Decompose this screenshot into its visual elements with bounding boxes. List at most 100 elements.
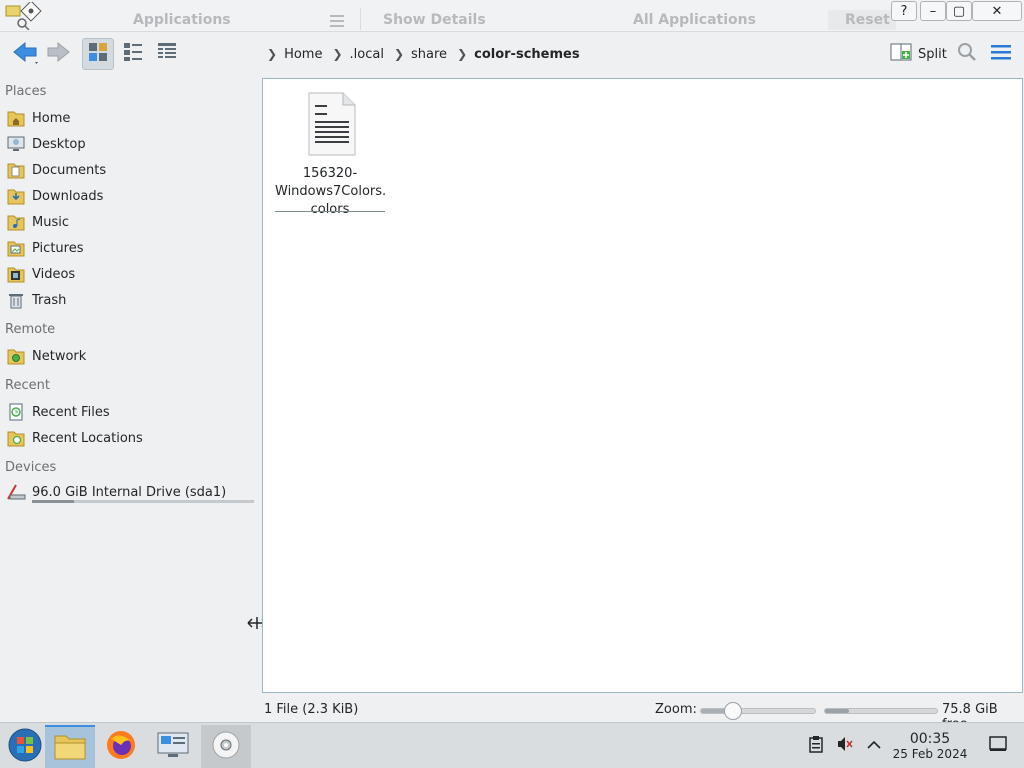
breadcrumb-home[interactable]: Home (284, 47, 322, 62)
tray-expand-button[interactable] (864, 723, 884, 768)
help-button[interactable]: ? (891, 1, 917, 21)
main-menu-button[interactable] (988, 38, 1014, 70)
forward-button[interactable] (44, 38, 74, 70)
search-button[interactable] (954, 38, 980, 70)
icons-view-icon (88, 42, 108, 66)
sidebar-item-desktop[interactable]: Desktop (5, 132, 253, 156)
taskbar-file-manager[interactable] (45, 725, 95, 768)
sidebar-item-label: Recent Files (32, 404, 110, 420)
status-bar: 1 File (2.3 KiB) Zoom: 75.8 GiB free (0, 696, 1024, 732)
chevron-up-icon (867, 739, 881, 754)
sidebar-item-music[interactable]: Music (5, 210, 253, 234)
split-label: Split (918, 46, 947, 62)
minimize-button[interactable]: – (920, 1, 946, 21)
sidebar-item-documents[interactable]: Documents (5, 158, 253, 182)
firefox-icon (105, 729, 137, 765)
show-desktop-button[interactable] (986, 723, 1010, 768)
music-folder-icon (5, 212, 27, 232)
sidebar-item-videos[interactable]: Videos (5, 262, 253, 286)
volume-muted-icon (836, 735, 854, 757)
sidebar-item-recent-locations[interactable]: Recent Locations (5, 426, 253, 450)
sidebar-item-label: 96.0 GiB Internal Drive (sda1) (32, 484, 227, 500)
chevron-right-icon: ❯ (393, 47, 405, 61)
sidebar-item-label: Documents (32, 162, 107, 178)
file-view[interactable]: 156320- Windows7Colors. colors (262, 78, 1023, 693)
sidebar-item-label: Music (32, 214, 69, 230)
sidebar-item-label: Pictures (32, 240, 84, 256)
sidebar-item-network[interactable]: Network (5, 344, 253, 368)
ghost-menu-icon (330, 15, 344, 27)
network-folder-icon (5, 346, 27, 366)
file-name-line: Windows7Colors. (275, 184, 387, 199)
ghost-separator (360, 8, 361, 30)
taskbar-system-settings[interactable] (148, 725, 198, 768)
back-button[interactable] (8, 38, 42, 70)
breadcrumb-color-schemes[interactable]: color-schemes (474, 47, 579, 62)
clipboard-icon (809, 735, 823, 757)
arrow-right-icon (46, 40, 72, 68)
volume-tray-button[interactable] (834, 723, 856, 768)
sidebar-item-downloads[interactable]: Downloads (5, 184, 253, 208)
videos-folder-icon (5, 264, 27, 284)
sidebar-item-label: Desktop (32, 136, 86, 152)
drive-icon (5, 482, 27, 502)
desktop-icon (5, 134, 27, 154)
ghost-all-applications-label: All Applications (633, 12, 756, 28)
taskbar-firefox[interactable] (96, 725, 146, 768)
recent-locations-icon (5, 428, 27, 448)
chevron-right-icon: ❯ (332, 47, 343, 61)
arrow-left-icon (11, 40, 39, 68)
toolbar: ❯ Home ❯ .local ❯ share ❯ color-schemes … (0, 32, 1024, 76)
free-space-bar (824, 708, 938, 714)
ghost-applications-label: Applications (133, 12, 231, 28)
file-name-line: 156320- (302, 166, 358, 181)
sidebar-item-trash[interactable]: Trash (5, 288, 253, 312)
app-menu-icon[interactable] (4, 0, 44, 31)
zoom-slider-handle[interactable] (723, 702, 742, 720)
system-settings-icon (157, 731, 189, 763)
places-section-title: Places (5, 84, 47, 99)
split-view-icon (890, 42, 912, 66)
clock[interactable]: 00:35 25 Feb 2024 (884, 731, 976, 761)
start-menu-icon (8, 728, 42, 766)
sidebar-item-recent-files[interactable]: Recent Files (5, 400, 253, 424)
devices-section-title: Devices (5, 460, 57, 475)
split-button[interactable]: Split (886, 40, 951, 68)
compact-view-button[interactable] (117, 38, 149, 70)
sidebar-item-home[interactable]: Home (5, 106, 253, 130)
breadcrumb: ❯ Home ❯ .local ❯ share ❯ color-schemes (262, 42, 580, 66)
details-view-button[interactable] (151, 38, 183, 70)
close-button[interactable]: ✕ (972, 1, 1022, 21)
sidebar-item-label: Recent Locations (32, 430, 143, 446)
compact-view-icon (123, 42, 143, 66)
file-name-line: colors (310, 202, 350, 217)
taskbar-disc[interactable] (201, 725, 251, 768)
breadcrumb-local[interactable]: .local (350, 47, 384, 62)
text-document-icon (305, 91, 357, 161)
drive-usage-fill (32, 500, 75, 503)
taskbar: 00:35 25 Feb 2024 (0, 722, 1024, 768)
zoom-label: Zoom: (655, 702, 697, 717)
show-desktop-icon (989, 736, 1007, 756)
places-panel: Places Home Desktop Documents Downloads … (0, 78, 258, 720)
sidebar-item-label: Home (32, 110, 71, 126)
breadcrumb-share[interactable]: share (411, 47, 447, 62)
pictures-folder-icon (5, 238, 27, 258)
clipboard-tray-button[interactable] (806, 723, 826, 768)
drive-usage-bar (32, 500, 254, 503)
search-icon (957, 42, 977, 66)
documents-folder-icon (5, 160, 27, 180)
remote-section-title: Remote (5, 322, 56, 337)
file-item[interactable]: 156320- Windows7Colors. colors (275, 89, 387, 217)
maximize-button[interactable]: ▢ (946, 1, 972, 21)
zoom-slider[interactable] (700, 702, 816, 720)
icons-view-button[interactable] (82, 38, 114, 70)
sidebar-item-label: Trash (32, 292, 67, 308)
title-bar: Applications Show Details All Applicatio… (0, 0, 1024, 32)
file-manager-icon (54, 732, 86, 764)
recent-section-title: Recent (5, 378, 50, 393)
start-menu-button[interactable] (0, 725, 50, 768)
sidebar-item-pictures[interactable]: Pictures (5, 236, 253, 260)
downloads-folder-icon (5, 186, 27, 206)
hamburger-menu-icon (991, 44, 1011, 64)
